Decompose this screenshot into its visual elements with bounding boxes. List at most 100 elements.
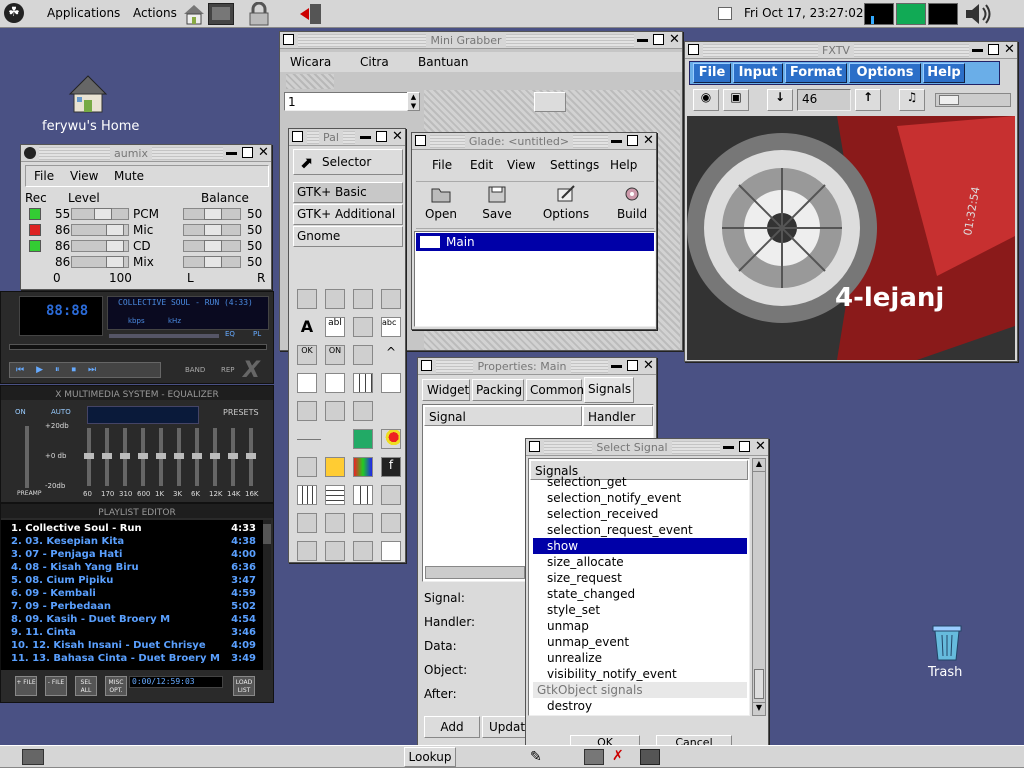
viewport-widget-icon[interactable]	[381, 541, 401, 561]
snapshot-button[interactable]: ◉	[693, 89, 719, 111]
pen-icon[interactable]: ✎	[530, 749, 542, 765]
mini-grabber-titlebar[interactable]: Mini Grabber ✕	[280, 32, 682, 49]
eq-band-slider[interactable]	[210, 428, 220, 486]
vpaned-widget-icon[interactable]	[381, 513, 401, 533]
tab-signals[interactable]: Signals	[584, 377, 634, 403]
playlist-button[interactable]: MISC OPT.	[105, 676, 127, 696]
window-menu-button[interactable]	[292, 131, 303, 142]
column-signal[interactable]: Signal	[424, 406, 582, 426]
playlist-item[interactable]: 2. 03. Kesepian Kita 4:38	[11, 536, 256, 549]
fxtv-menu-help[interactable]: Help	[923, 63, 965, 83]
eq-toggle[interactable]: EQ	[225, 330, 235, 338]
maximize-button[interactable]	[242, 147, 253, 158]
screenshot-icon[interactable]	[584, 749, 604, 765]
checkbox-widget-icon[interactable]	[353, 345, 373, 365]
volume-bar[interactable]	[109, 334, 219, 338]
fxtv-menu-file[interactable]: File	[693, 63, 731, 83]
horizontal-scrollbar[interactable]	[425, 566, 525, 579]
applications-menu[interactable]: Applications	[47, 6, 120, 20]
clist-widget-icon[interactable]	[353, 373, 373, 393]
playlist-item[interactable]: 7. 09 - Perbedaan 5:02	[11, 601, 256, 614]
fxtv-menu-input[interactable]: Input	[733, 63, 783, 83]
grab-button[interactable]	[534, 92, 566, 112]
tab-gtk-basic[interactable]: GTK+ Basic	[293, 182, 403, 203]
window-menu-button[interactable]	[688, 44, 699, 55]
seek-bar[interactable]	[9, 344, 267, 350]
balance-slider[interactable]	[183, 224, 241, 236]
eq-on-button[interactable]: ON	[15, 408, 26, 416]
hbox-widget-icon[interactable]	[297, 485, 317, 505]
scrolled-widget-icon[interactable]	[353, 541, 373, 561]
close-button[interactable]: ✕	[643, 134, 654, 147]
eq-band-slider[interactable]	[174, 428, 184, 486]
aumix-titlebar[interactable]: aumix ✕	[21, 145, 271, 162]
eq-band-slider[interactable]	[84, 428, 94, 486]
actions-menu[interactable]: Actions	[133, 6, 177, 20]
radio-widget-icon[interactable]	[353, 401, 373, 421]
rec-toggle[interactable]	[29, 240, 41, 252]
menu-file[interactable]: File	[432, 158, 452, 172]
stop-icon[interactable]: ✗	[612, 748, 624, 764]
channel-up-button[interactable]: ↑	[855, 89, 881, 111]
open-button[interactable]: Open	[422, 184, 460, 228]
maximize-button[interactable]	[653, 34, 664, 45]
add-button[interactable]: Add	[424, 716, 480, 738]
playlist-scrollbar[interactable]	[263, 520, 271, 670]
playlist-item[interactable]: 10. 12. Kisah Insani - Duet Chrisye 4:09	[11, 640, 256, 653]
signal-item[interactable]: size_request	[533, 570, 747, 586]
pl-toggle[interactable]: PL	[253, 330, 261, 338]
maximize-button[interactable]	[627, 135, 638, 146]
options-button[interactable]: Options	[540, 184, 592, 228]
fxtv-menu-options[interactable]: Options	[849, 63, 921, 83]
preamp-slider[interactable]	[25, 426, 29, 488]
eq-band-slider[interactable]	[228, 428, 238, 486]
maximize-button[interactable]	[627, 360, 638, 371]
level-slider[interactable]	[71, 256, 129, 268]
menu-settings[interactable]: Settings	[550, 158, 599, 172]
playlist-item[interactable]: 6. 09 - Kembali 4:59	[11, 588, 256, 601]
drawing-widget-icon[interactable]	[381, 429, 401, 449]
playlist-button[interactable]: + FILE	[15, 676, 37, 696]
color-dialog-widget-icon[interactable]	[353, 457, 373, 477]
level-slider[interactable]	[71, 240, 129, 252]
select-signal-titlebar[interactable]: Select Signal ✕	[526, 439, 768, 456]
combo-widget-icon[interactable]	[353, 317, 373, 337]
playlist-item[interactable]: 11. 13. Bahasa Cinta - Duet Broery M 3:49	[11, 653, 256, 666]
band-button[interactable]: BAND	[185, 366, 205, 374]
hscale-widget-icon[interactable]	[381, 401, 401, 421]
signal-item[interactable]: selection_received	[533, 506, 747, 522]
balance-slider[interactable]	[183, 256, 241, 268]
menu-file[interactable]: File	[34, 169, 54, 183]
playlist-item[interactable]: 9. 11. Cinta 3:46	[11, 627, 256, 640]
close-button[interactable]: ✕	[1004, 43, 1015, 56]
workspace-switcher[interactable]	[22, 749, 44, 765]
fullscreen-button[interactable]: ▣	[723, 89, 749, 111]
maximize-button[interactable]	[739, 441, 750, 452]
fxtv-menu-format[interactable]: Format	[785, 63, 847, 83]
clock[interactable]: Fri Oct 17, 23:27:02	[744, 6, 863, 20]
window-menu-button[interactable]	[415, 135, 426, 146]
scroll-up-arrow[interactable]: ▲	[753, 459, 765, 472]
transport-icons[interactable]: ⏮▶⏸⏹⏭	[16, 365, 108, 375]
window-menu-button[interactable]	[421, 360, 432, 371]
minimize-button[interactable]	[360, 136, 371, 139]
glade-titlebar[interactable]: Glade: <untitled> ✕	[412, 133, 656, 150]
playlist-item[interactable]: 3. 07 - Penjaga Hati 4:00	[11, 549, 256, 562]
button-box-widget-icon[interactable]	[297, 513, 317, 533]
mute-button[interactable]: ♫	[899, 89, 925, 111]
channel-down-button[interactable]: ↓	[767, 89, 793, 111]
gnome-window-icon[interactable]	[24, 147, 36, 159]
signal-item[interactable]: destroy	[533, 698, 747, 714]
rep-button[interactable]: REP	[221, 366, 235, 374]
menu-wicara[interactable]: Wicara	[290, 55, 331, 69]
file-dialog-widget-icon[interactable]	[325, 457, 345, 477]
tree-widget-icon[interactable]	[325, 373, 345, 393]
logout-icon[interactable]	[298, 2, 324, 26]
minimize-button[interactable]	[611, 365, 622, 368]
menu-view[interactable]: View	[507, 158, 535, 172]
signal-item[interactable]: show	[533, 538, 747, 554]
spin-widget-icon[interactable]	[325, 401, 345, 421]
toolbar-widget-icon[interactable]	[353, 289, 373, 309]
tab-common[interactable]: Common	[526, 379, 584, 401]
rec-toggle[interactable]	[29, 224, 41, 236]
